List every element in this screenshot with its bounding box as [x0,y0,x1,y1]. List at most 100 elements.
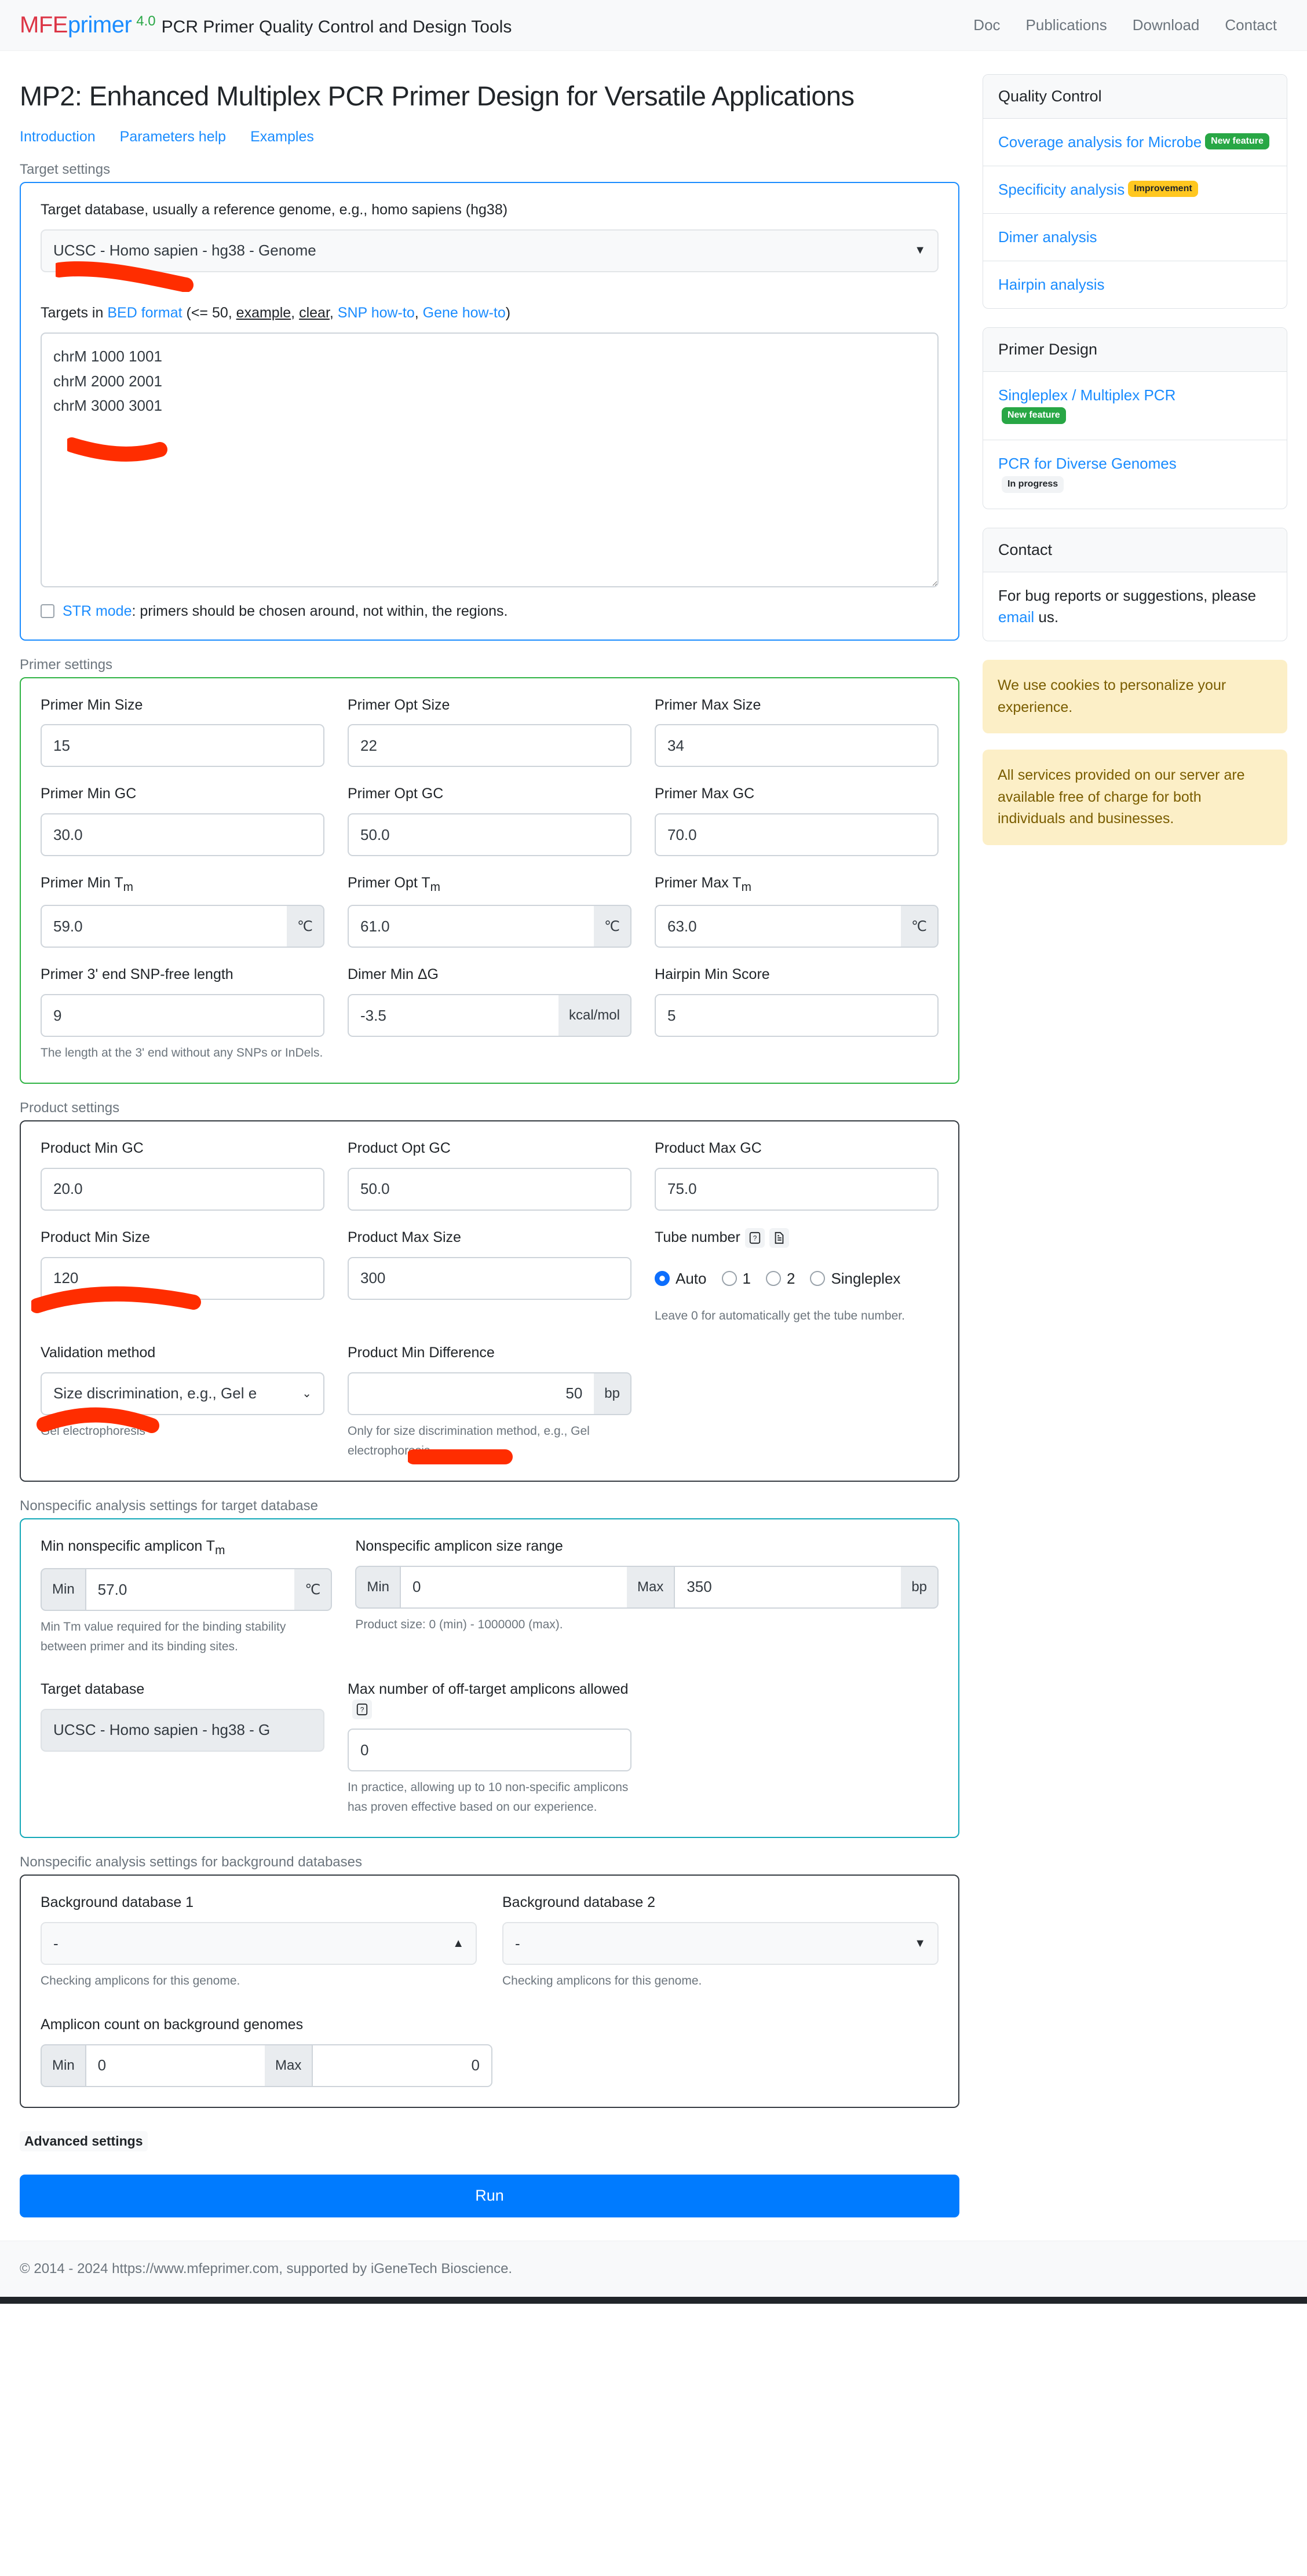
product-settings-legend: Product settings [20,1100,120,1116]
chevron-down-icon-db2: ▼ [914,1936,926,1950]
tube-option-singleplex-label: Singleplex [831,1269,901,1287]
validation-method-value: Size discrimination, e.g., Gel e [53,1384,257,1402]
question-mark-icon[interactable]: ? [744,1228,765,1248]
link-bed-format[interactable]: BED format [107,305,182,321]
validation-method-select[interactable]: Size discrimination, e.g., Gel e ⌄ [41,1372,324,1415]
tube-option-2[interactable]: 2 [765,1270,795,1288]
primer-opt-tm-group: 61.0 ℃ [348,905,631,948]
main-column: MP2: Enhanced Multiplex PCR Primer Desig… [0,51,979,2217]
nav-link-publications[interactable]: Publications [1026,16,1107,34]
link-clear[interactable]: clear [299,305,330,321]
product-max-size-input[interactable]: 300 [348,1256,631,1300]
primer-min-tm-input[interactable]: 59.0 [41,905,287,948]
link-example[interactable]: example [236,305,291,321]
primer-max-size-input[interactable]: 34 [655,724,939,768]
sidebar-item-coverage-analysis[interactable]: Coverage analysis for Microbe New feature [983,119,1287,166]
sidebar-item-singleplex-multiplex-label[interactable]: Singleplex / Multiplex PCR [998,386,1175,404]
svg-text:?: ? [753,1234,757,1243]
primer-max-tm-label-sub: m [741,880,751,894]
sidebar-item-specificity-analysis-label[interactable]: Specificity analysis [998,181,1125,198]
advanced-settings-toggle[interactable]: Advanced settings [20,2131,148,2151]
chevron-down-icon: ▼ [914,244,926,257]
tube-number-label: Tube number? [655,1228,939,1248]
link-gene-how-to[interactable]: Gene how-to [423,305,506,321]
product-min-size-input[interactable]: 120 [41,1256,324,1300]
sidebar-item-diverse-genomes-label[interactable]: PCR for Diverse Genomes [998,455,1177,472]
contact-title: Contact [983,528,1287,573]
tube-number-label-text: Tube number [655,1229,740,1245]
brand-primer-text: primer [67,12,132,38]
str-mode-checkbox[interactable] [41,604,54,619]
link-email[interactable]: email [998,608,1034,626]
sidebar-item-singleplex-multiplex[interactable]: Singleplex / Multiplex PCR New feature [983,372,1287,441]
question-mark-icon-offtarget[interactable]: ? [352,1700,372,1720]
primer-min-size-input[interactable]: 15 [41,724,324,768]
top-navbar: MFE primer 4.0 PCR Primer Quality Control… [0,0,1307,51]
primer-snp-free-label: Primer 3' end SNP-free length [41,966,233,983]
nonspecific-size-min-input[interactable]: 0 [400,1565,627,1609]
primer-max-gc-input[interactable]: 70.0 [655,813,939,857]
badge-in-progress: In progress [1002,476,1064,493]
primer-min-tm-label-main: Primer Min T [41,875,123,891]
sidebar-item-diverse-genomes[interactable]: PCR for Diverse Genomes In progress [983,440,1287,509]
nav-link-contact[interactable]: Contact [1225,16,1277,34]
primer-max-tm-group: 63.0 ℃ [655,905,939,948]
sidebar-item-dimer-analysis[interactable]: Dimer analysis [983,214,1287,261]
product-gc-row: Product Min GC 20.0 Product Opt GC 50.0 … [41,1139,939,1211]
sidebar-item-dimer-analysis-label[interactable]: Dimer analysis [998,228,1097,246]
product-min-difference-input[interactable]: 50 [348,1372,594,1415]
primer-max-tm-input[interactable]: 63.0 [655,905,901,948]
product-min-gc-label: Product Min GC [41,1140,144,1157]
page-footer: © 2014 - 2024 https://www.mfeprimer.com,… [0,2240,1307,2297]
product-max-size-label: Product Max Size [348,1229,461,1245]
primer-opt-size-input[interactable]: 22 [348,724,631,768]
primer-tm-row: Primer Min Tm 59.0 ℃ Primer Opt Tm 61.0 … [41,874,939,948]
radio-dot-auto [655,1271,670,1287]
amplicon-count-max-prefix: Max [265,2044,312,2087]
link-parameters-help[interactable]: Parameters help [120,129,226,145]
nav-links: Doc Publications Download Contact [973,16,1287,34]
product-opt-gc-input[interactable]: 50.0 [348,1167,631,1211]
background-db2-select[interactable]: - ▼ [502,1922,939,1965]
nav-link-doc[interactable]: Doc [973,16,1000,34]
target-database-select[interactable]: UCSC - Homo sapien - hg38 - Genome ▼ [41,229,939,272]
primer-min-gc-input[interactable]: 30.0 [41,813,324,857]
hairpin-min-score-input[interactable]: 5 [655,994,939,1037]
link-introduction[interactable]: Introduction [20,129,96,145]
primer-max-size-label: Primer Max Size [655,696,761,713]
sidebar-item-hairpin-analysis[interactable]: Hairpin analysis [983,261,1287,308]
hairpin-min-score-label: Hairpin Min Score [655,966,770,983]
link-examples[interactable]: Examples [250,129,314,145]
primer-settings-section: Primer settings Primer Min Size 15 Prime… [20,657,959,1084]
run-button[interactable]: Run [20,2174,959,2217]
sidebar-item-hairpin-analysis-label[interactable]: Hairpin analysis [998,276,1105,293]
amplicon-count-max-input[interactable]: 0 [312,2044,492,2087]
primer-max-tm-label: Primer Max Tm [655,874,939,896]
sidebar-item-specificity-analysis[interactable]: Specificity analysis Improvement [983,166,1287,214]
tube-option-1[interactable]: 1 [721,1270,751,1288]
dimer-min-dg-input[interactable]: -3.5 [348,994,558,1037]
product-max-gc-input[interactable]: 75.0 [655,1167,939,1211]
brand-logo[interactable]: MFE primer 4.0 PCR Primer Quality Control… [20,12,512,38]
amplicon-count-min-input[interactable]: 0 [85,2044,265,2087]
sidebar-item-coverage-analysis-label[interactable]: Coverage analysis for Microbe [998,133,1202,151]
nav-link-download[interactable]: Download [1133,16,1200,34]
tube-option-auto[interactable]: Auto [655,1270,707,1288]
primer-opt-tm-input[interactable]: 61.0 [348,905,594,948]
tube-option-singleplex[interactable]: Singleplex [810,1270,900,1288]
primer-opt-gc-label: Primer Opt GC [348,785,444,802]
nonspecific-db-row: Target database UCSC - Homo sapien - hg3… [41,1680,939,1817]
primer-opt-gc-input[interactable]: 50.0 [348,813,631,857]
min-nonspecific-tm-input[interactable]: 57.0 [85,1568,295,1612]
offtarget-amplicons-input[interactable]: 0 [348,1729,631,1772]
primer-snp-free-input[interactable]: 9 [41,994,324,1037]
link-snp-how-to[interactable]: SNP how-to [338,305,415,321]
nonspecific-size-range-label: Nonspecific amplicon size range [355,1537,563,1554]
primer-opt-size-label: Primer Opt Size [348,696,450,713]
product-min-gc-input[interactable]: 20.0 [41,1167,324,1211]
targets-textarea[interactable]: chrM 1000 1001 chrM 2000 2001 chrM 3000 … [41,332,939,587]
background-db1-select[interactable]: - ▲ [41,1922,477,1965]
document-icon[interactable] [769,1228,789,1248]
nonspecific-size-max-input[interactable]: 350 [674,1565,901,1609]
link-str-mode[interactable]: STR mode [63,603,132,619]
